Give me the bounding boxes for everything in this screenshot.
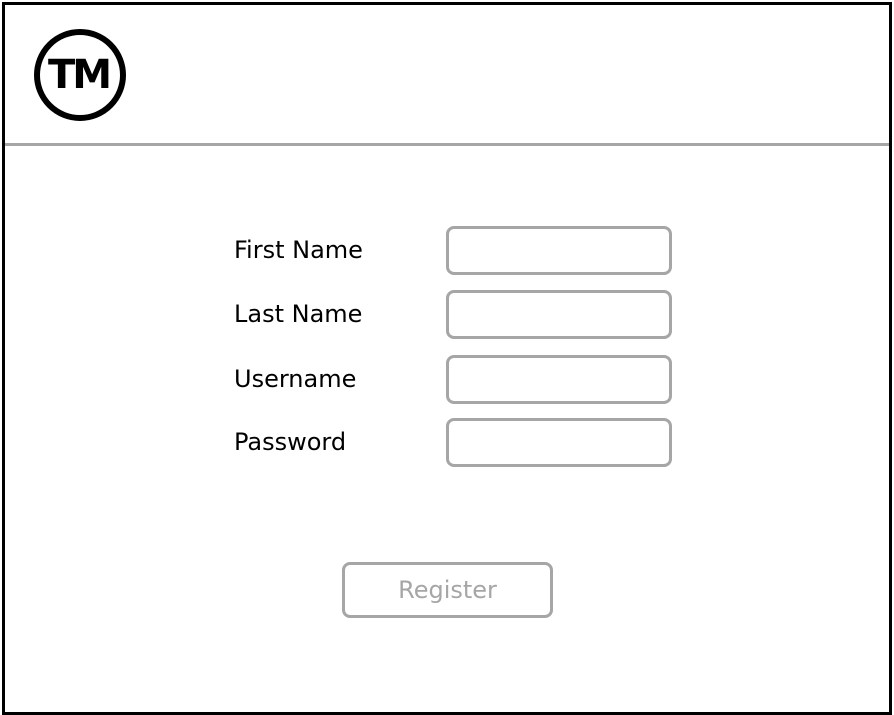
last-name-input[interactable] xyxy=(446,290,672,339)
header: TM xyxy=(5,5,889,143)
username-label: Username xyxy=(234,365,357,393)
first-name-input[interactable] xyxy=(446,226,672,275)
logo: TM xyxy=(34,29,126,121)
password-input[interactable] xyxy=(446,418,672,467)
username-row: Username xyxy=(234,355,674,405)
register-button[interactable]: Register xyxy=(342,562,553,618)
header-divider xyxy=(5,143,889,146)
password-row: Password xyxy=(234,418,674,468)
registration-window: TM First Name Last Name Username Passwor… xyxy=(2,2,892,715)
first-name-label: First Name xyxy=(234,236,363,264)
username-input[interactable] xyxy=(446,355,672,404)
first-name-row: First Name xyxy=(234,226,674,276)
logo-text: TM xyxy=(47,52,112,98)
password-label: Password xyxy=(234,428,347,456)
last-name-row: Last Name xyxy=(234,290,674,340)
last-name-label: Last Name xyxy=(234,300,363,328)
